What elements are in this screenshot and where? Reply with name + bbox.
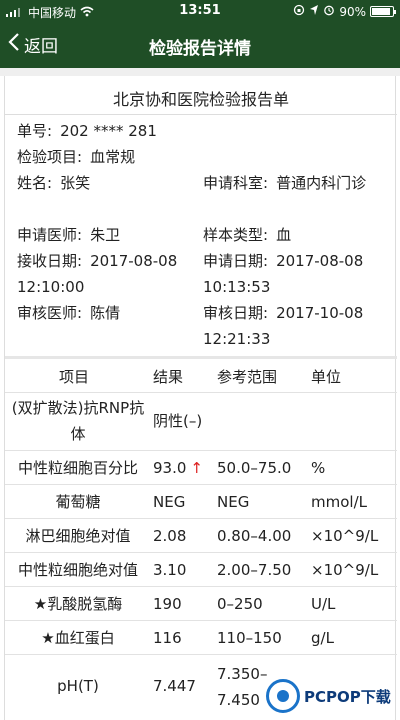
row-result: 3.10 [153, 561, 187, 579]
dept-label: 申请科室: [203, 174, 269, 192]
header-result: 结果 [153, 368, 184, 386]
report-title: 北京协和医院检验报告单 [112, 90, 289, 109]
page-title: 检验报告详情 [149, 39, 251, 59]
table-row: 中性粒细胞绝对值 3.10 2.00–7.50 ×10^9/L [5, 552, 397, 586]
row-unit: U/L [311, 595, 336, 613]
row-range: 2.00–7.50 [217, 561, 292, 579]
reviewer-value: 陈倩 [90, 304, 121, 322]
sample-type-value: 血 [276, 226, 292, 244]
row-unit: mmol/L [311, 493, 367, 511]
row-range: 0.80–4.00 [217, 527, 292, 545]
review-date-row: 审核日期: 2017-10-08 12:21:33 [203, 300, 387, 352]
row-result: 116 [153, 629, 182, 647]
table-row: ★乳酸脱氢酶 190 0–250 U/L [5, 586, 397, 620]
row-range: NEG [217, 493, 250, 511]
row-result: 阴性(–) [153, 412, 203, 430]
test-item-row: 检验项目: 血常规 [17, 144, 135, 170]
watermark-text: PCPOP下载 [304, 687, 391, 706]
table-row: ★血红蛋白 116 110–150 g/L [5, 620, 397, 654]
table-row: 中性粒细胞百分比 93.0 ↑ 50.0–75.0 % [5, 450, 397, 484]
name-row: 姓名: 张笑 [17, 170, 90, 196]
reviewer-label: 审核医师: [17, 304, 83, 322]
order-no-value: 202 **** 281 [60, 122, 157, 140]
table-row: 葡萄糖 NEG NEG mmol/L [5, 484, 397, 518]
review-date-label: 审核日期: [203, 304, 269, 322]
doctor-value: 朱卫 [90, 226, 121, 244]
row-range: 110–150 [217, 629, 282, 647]
row-result: NEG [153, 493, 186, 511]
sample-type-row: 样本类型: 血 [203, 222, 291, 248]
watermark-logo-icon [266, 679, 300, 713]
row-range: 0–250 [217, 595, 263, 613]
row-range: 50.0–75.0 [217, 459, 292, 477]
row-item: 中性粒细胞绝对值 [17, 561, 138, 579]
row-unit: ×10^9/L [311, 527, 379, 545]
report-card: 北京协和医院检验报告单 单号: 202 **** 281 检验项目: 血常规 姓名:… [4, 76, 397, 720]
row-item: pH(T) [57, 677, 99, 695]
row-item: 中性粒细胞百分比 [17, 459, 138, 477]
doctor-label: 申请医师: [17, 226, 83, 244]
row-result: 190 [153, 595, 182, 613]
location-icon [309, 4, 319, 19]
watermark: PCPOP下载 [266, 678, 396, 714]
header-unit: 单位 [311, 368, 342, 386]
name-value: 张笑 [60, 174, 91, 192]
title-divider [5, 114, 397, 115]
battery-icon [370, 6, 396, 17]
order-no-label: 单号: [17, 122, 53, 140]
row-item: (双扩散法)抗RNP抗体 [11, 399, 145, 443]
header-item: 项目 [59, 368, 90, 386]
row-unit: % [311, 459, 326, 477]
row-result: 2.08 [153, 527, 187, 545]
battery-fill [372, 8, 390, 15]
receive-date-label: 接收日期: [17, 252, 83, 270]
reviewer-row: 审核医师: 陈倩 [17, 300, 120, 326]
row-unit: g/L [311, 629, 334, 647]
row-item: 葡萄糖 [55, 493, 101, 511]
sample-type-label: 样本类型: [203, 226, 269, 244]
row-item: 淋巴细胞绝对值 [25, 527, 131, 545]
alarm-icon [323, 4, 335, 19]
order-no-row: 单号: 202 **** 281 [17, 118, 157, 144]
status-right: 90% [293, 4, 396, 19]
test-item-value: 血常规 [90, 148, 136, 166]
receive-date-row: 接收日期: 2017-08-08 12:10:00 [17, 248, 197, 300]
row-item: ★乳酸脱氢酶 [33, 595, 123, 613]
nav-bar: 返回 检验报告详情 [0, 22, 400, 68]
table-divider [5, 356, 397, 359]
name-label: 姓名: [17, 174, 53, 192]
row-unit: ×10^9/L [311, 561, 379, 579]
battery-percent: 90% [339, 4, 366, 19]
doctor-row: 申请医师: 朱卫 [17, 222, 120, 248]
table-row: (双扩散法)抗RNP抗体 阴性(–) [5, 392, 397, 450]
table-row: 淋巴细胞绝对值 2.08 0.80–4.00 ×10^9/L [5, 518, 397, 552]
header-range: 参考范围 [217, 368, 278, 386]
section-gap [0, 68, 400, 76]
apply-date-label: 申请日期: [203, 252, 269, 270]
dept-row: 申请科室: 普通内科门诊 [203, 170, 387, 196]
up-arrow-icon: ↑ [190, 459, 203, 477]
apply-date-row: 申请日期: 2017-08-08 10:13:53 [203, 248, 387, 300]
row-result: 7.447 [153, 677, 196, 695]
status-bar: 中国移动 13:51 90% [0, 0, 400, 22]
rotation-lock-icon [293, 4, 305, 19]
test-item-label: 检验项目: [17, 148, 83, 166]
table-header: 项目 结果 参考范围 单位 [5, 362, 397, 392]
dept-value: 普通内科门诊 [276, 174, 367, 192]
row-item: ★血红蛋白 [41, 629, 115, 647]
row-result: 93.0 [153, 459, 187, 477]
